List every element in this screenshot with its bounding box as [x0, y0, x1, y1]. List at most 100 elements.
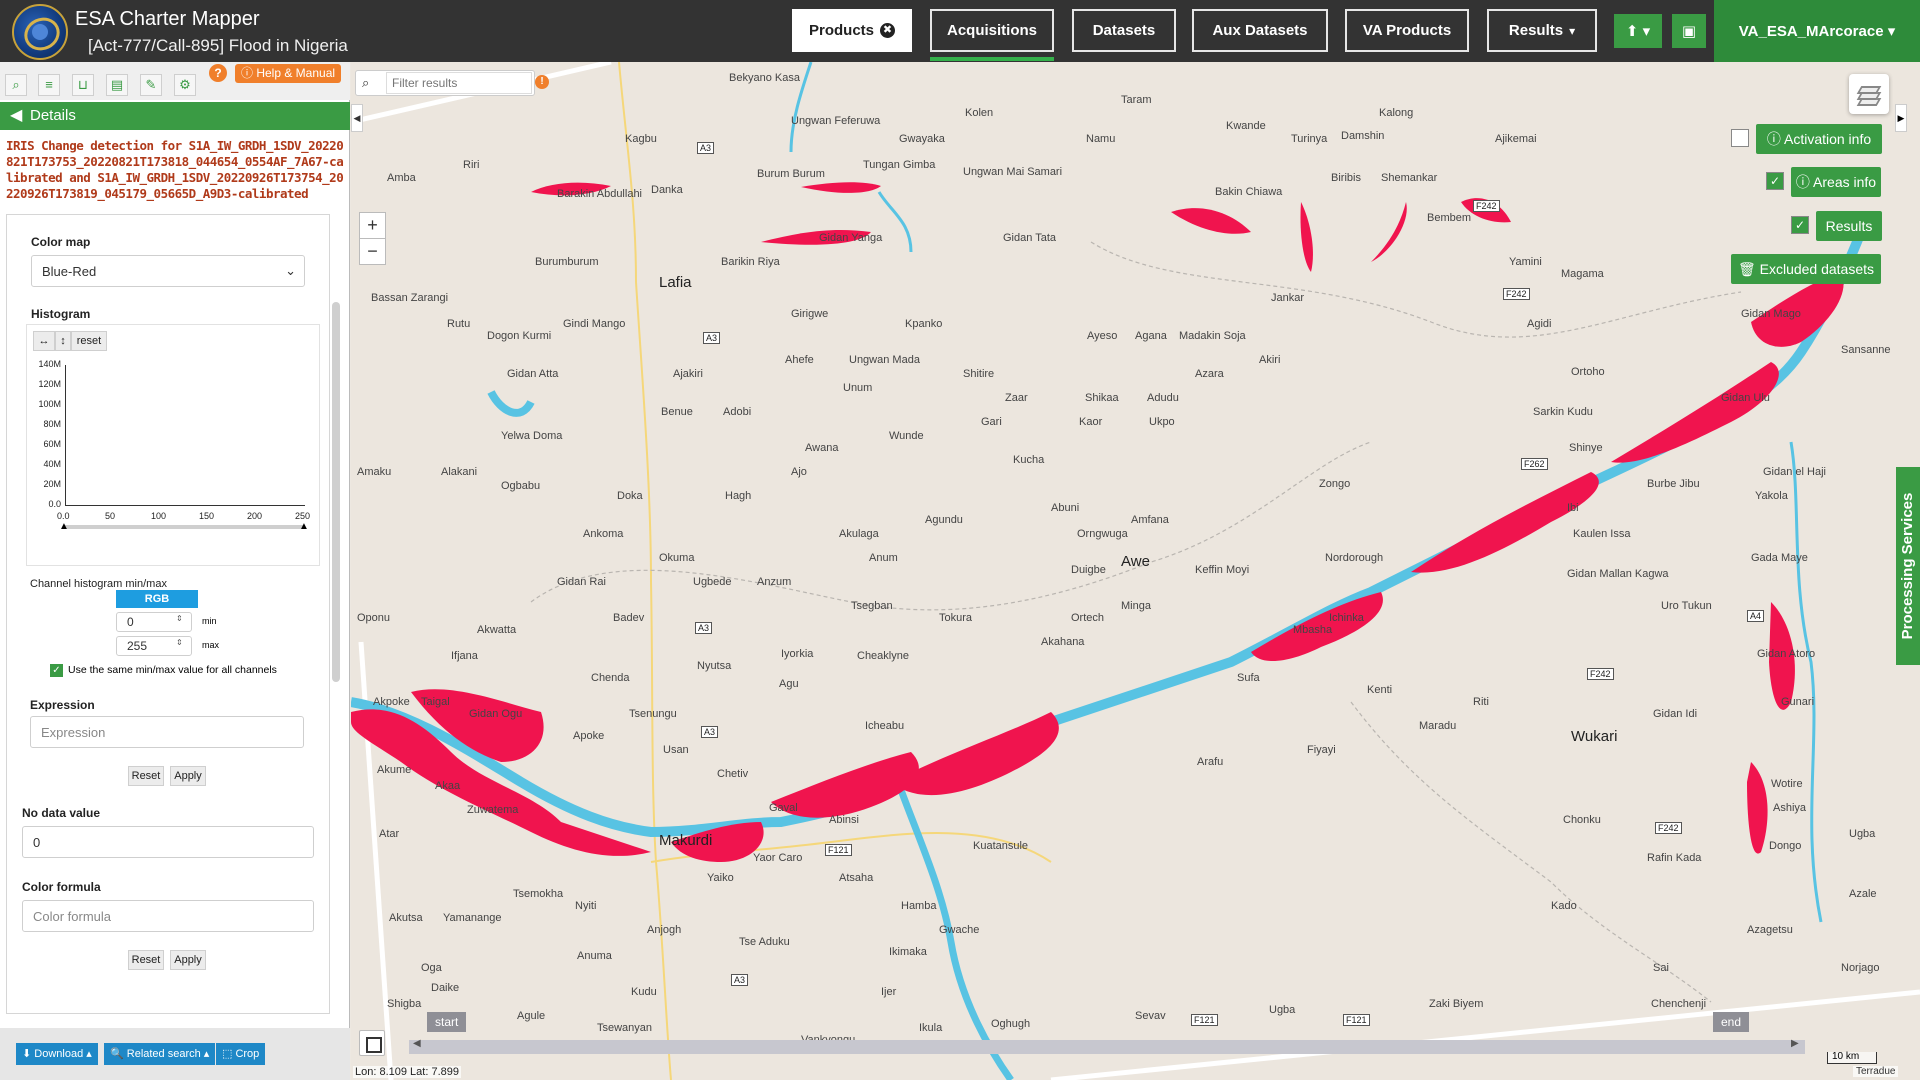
basket-icon[interactable]: ⊔: [72, 74, 94, 96]
activation-info-button[interactable]: ⓘ Activation info: [1756, 124, 1882, 154]
hist-range-slider[interactable]: [65, 525, 305, 529]
pencil-icon[interactable]: ✎: [140, 74, 162, 96]
town-label: Damshin: [1341, 130, 1385, 142]
nav-va-products-button[interactable]: VA Products: [1345, 9, 1469, 52]
results-checkbox[interactable]: ✓: [1791, 216, 1809, 234]
town-label: Akume: [377, 764, 412, 776]
expand-vertical-icon[interactable]: ↕: [55, 331, 71, 351]
areas-info-button[interactable]: ⓘ Areas info: [1791, 167, 1881, 197]
town-label: Ukpo: [1149, 416, 1175, 428]
town-label: Azale: [1849, 888, 1877, 900]
same-minmax-checkbox[interactable]: ✓: [50, 664, 63, 677]
town-label: Adobi: [723, 406, 752, 418]
filter-warning-icon[interactable]: !: [535, 75, 549, 89]
acquisitions-active-indicator: [930, 57, 1054, 61]
chevron-left-icon[interactable]: ◀: [10, 102, 22, 130]
town-label: Oga: [421, 962, 442, 974]
expression-apply-button[interactable]: Apply: [170, 766, 206, 786]
nav-acquisitions-button[interactable]: Acquisitions: [930, 9, 1054, 52]
crop-button[interactable]: ⬚ Crop: [216, 1043, 266, 1065]
briefcase-button[interactable]: ▣: [1672, 14, 1706, 48]
hist-x-axis: [65, 505, 305, 506]
town-label: Kucha: [1013, 454, 1045, 466]
town-label: Chenda: [591, 672, 630, 684]
related-search-button[interactable]: 🔍 Related search ▴: [104, 1043, 216, 1065]
town-label: Kenti: [1367, 684, 1393, 696]
nodata-input[interactable]: 0: [22, 826, 314, 858]
nav-datasets-button[interactable]: Datasets: [1072, 9, 1176, 52]
close-icon[interactable]: ✖: [880, 23, 895, 38]
range-max-handle-icon[interactable]: ▲: [299, 521, 309, 532]
upload-button[interactable]: ⬆ ▾: [1614, 14, 1662, 48]
town-label: Uro Tukun: [1661, 600, 1712, 612]
expand-horizontal-icon[interactable]: ↔: [33, 331, 55, 351]
list-icon[interactable]: ≡: [38, 74, 60, 96]
excluded-datasets-button[interactable]: 🗑 Excluded datasets: [1731, 254, 1881, 284]
zoom-out-button[interactable]: −: [359, 238, 386, 265]
formula-apply-button[interactable]: Apply: [170, 950, 206, 970]
town-label: Adudu: [1147, 392, 1179, 404]
town-label: Sufa: [1237, 672, 1260, 684]
nav-va-products-label: VA Products: [1362, 22, 1452, 39]
results-button[interactable]: Results: [1816, 211, 1882, 241]
stepper-icon[interactable]: ⇕: [176, 614, 183, 623]
collapse-right-button[interactable]: ▶: [1895, 104, 1907, 132]
timeline-left-handle-icon[interactable]: ◀: [413, 1038, 421, 1049]
timeline-end-flag[interactable]: end: [1713, 1012, 1750, 1032]
town-label: Kudu: [631, 986, 657, 998]
layers-button[interactable]: [1849, 74, 1889, 114]
zoom-in-button[interactable]: +: [359, 212, 386, 239]
nav-aux-datasets-button[interactable]: Aux Datasets: [1192, 9, 1328, 52]
timeline-right-handle-icon[interactable]: ▶: [1791, 1038, 1799, 1049]
activation-info-checkbox[interactable]: [1731, 129, 1749, 147]
formula-reset-button[interactable]: Reset: [128, 950, 164, 970]
nav-products-button[interactable]: Products ✖: [792, 9, 912, 52]
archive-icon[interactable]: ▤: [106, 74, 128, 96]
town-label: Burumburum: [535, 256, 599, 268]
legend-toggle-button[interactable]: [359, 1030, 385, 1056]
flood-patch: [1611, 362, 1779, 463]
user-menu-button[interactable]: VA_ESA_MArcorace ▾: [1714, 0, 1920, 62]
map-view[interactable]: Lafia Awe Makurdi Wukari Bekyano Kasa Kolen Ta…: [351, 62, 1920, 1080]
panel-scrollbar[interactable]: [332, 302, 340, 682]
color-formula-input[interactable]: Color formula: [22, 900, 314, 932]
color-map-label: Color map: [31, 235, 91, 249]
town-label: Gidan Ulu: [1721, 392, 1770, 404]
help-manual-button[interactable]: ⓘ Help & Manual: [235, 64, 342, 83]
town-label: Ikula: [919, 1022, 943, 1034]
search-icon[interactable]: ⌕: [5, 74, 27, 96]
hist-y-tick: 20M: [43, 479, 61, 489]
color-map-select[interactable]: Blue-Red ⌄: [31, 255, 305, 287]
town-label: Gidan el Haji: [1763, 466, 1826, 478]
town-label: Tsemokha: [513, 888, 564, 900]
help-question-icon[interactable]: ?: [209, 64, 227, 82]
town-label: Icheabu: [865, 720, 905, 732]
hist-y-tick: 60M: [43, 439, 61, 449]
hist-y-tick: 80M: [43, 419, 61, 429]
details-header[interactable]: ◀ Details: [0, 102, 350, 130]
town-label: Sarkin Kudu: [1533, 406, 1593, 418]
areas-info-checkbox[interactable]: ✓: [1766, 172, 1784, 190]
town-label: Zaki Biyem: [1429, 998, 1484, 1010]
stepper-icon[interactable]: ⇕: [176, 638, 183, 647]
flood-patch: [1300, 202, 1313, 272]
collapse-panel-button[interactable]: ◀: [351, 104, 363, 132]
map-scale: 10 km: [1827, 1052, 1877, 1064]
timeline-slider[interactable]: [409, 1040, 1805, 1054]
nav-results-label: Results: [1508, 22, 1564, 39]
download-button[interactable]: ⬇ Download ▴: [16, 1043, 98, 1065]
charter-logo[interactable]: [12, 4, 68, 60]
filter-results-input[interactable]: [386, 72, 532, 94]
gear-icon[interactable]: ⚙: [174, 74, 196, 96]
histogram-reset-button[interactable]: reset: [71, 331, 107, 351]
town-label: Kalong: [1379, 107, 1414, 119]
expression-input[interactable]: Expression: [30, 716, 304, 748]
rgb-channel-tab[interactable]: RGB: [116, 590, 198, 608]
nav-results-button[interactable]: Results ▾: [1487, 9, 1597, 52]
processing-services-tab[interactable]: Processing Services: [1896, 467, 1920, 665]
map-search[interactable]: ⌕: [355, 70, 535, 96]
range-min-handle-icon[interactable]: ▲: [59, 521, 69, 532]
expression-reset-button[interactable]: Reset: [128, 766, 164, 786]
timeline-start-flag[interactable]: start: [427, 1012, 467, 1032]
boundaries: [530, 241, 1742, 1003]
